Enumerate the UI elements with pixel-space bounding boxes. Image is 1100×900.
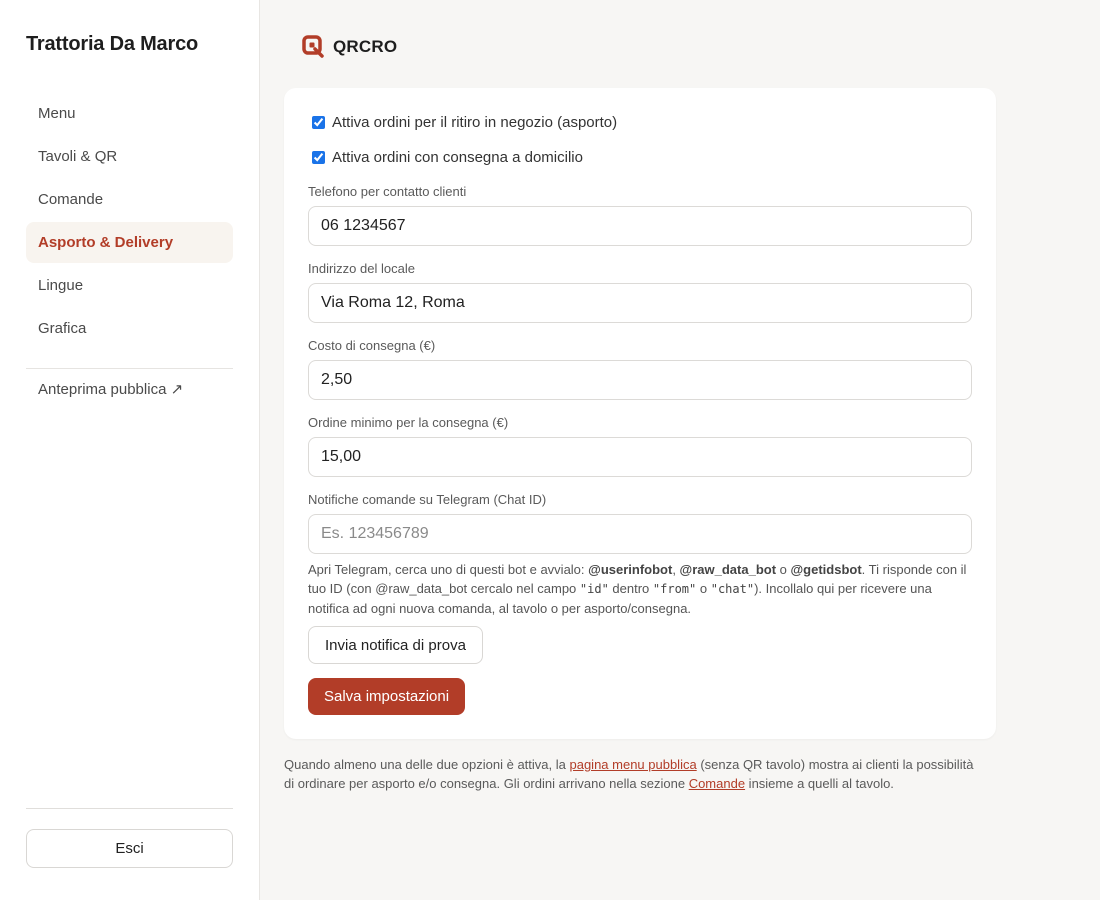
delivery-cost-input[interactable] <box>308 360 972 400</box>
bot-getidsbot: @getidsbot <box>790 562 862 577</box>
min-order-label: Ordine minimo per la consegna (€) <box>308 415 509 430</box>
orders-link[interactable]: Comande <box>689 776 745 791</box>
sidebar-item-languages[interactable]: Lingue <box>26 265 233 306</box>
save-settings-button[interactable]: Salva impostazioni <box>308 678 466 715</box>
public-menu-link[interactable]: pagina menu pubblica <box>569 757 696 772</box>
telegram-help-text: Apri Telegram, cerca uno di questi bot e… <box>308 562 967 616</box>
address-input[interactable] <box>308 283 972 323</box>
sidebar-bottom-divider <box>26 808 233 809</box>
bot-userinfobot: @userinfobot <box>588 562 673 577</box>
info-footnote: Quando almeno una delle due opzioni è at… <box>284 757 974 791</box>
delivery-option[interactable]: Attiva ordini con consegna a domicilio <box>312 149 583 166</box>
sidebar-nav: Menu Tavoli & QR Comande Asporto & Deliv… <box>26 93 233 351</box>
logo-text: QRCRO <box>333 37 398 56</box>
min-order-input[interactable] <box>308 437 972 477</box>
sidebar-item-graphics[interactable]: Grafica <box>26 308 233 349</box>
sidebar-item-orders[interactable]: Comande <box>26 179 233 220</box>
phone-label: Telefono per contatto clienti <box>308 184 467 199</box>
pickup-label: Attiva ordini per il ritiro in negozio (… <box>332 114 618 131</box>
phone-input[interactable] <box>308 206 972 246</box>
delivery-checkbox[interactable] <box>312 151 325 164</box>
delivery-cost-label: Costo di consegna (€) <box>308 338 436 353</box>
sidebar-divider <box>26 368 233 369</box>
restaurant-name: Trattoria Da Marco <box>26 33 199 55</box>
address-label: Indirizzo del locale <box>308 261 415 276</box>
sidebar-item-tables-qr[interactable]: Tavoli & QR <box>26 136 233 177</box>
logout-button[interactable]: Esci <box>26 829 233 868</box>
delivery-label: Attiva ordini con consegna a domicilio <box>332 149 583 166</box>
telegram-chat-id-input[interactable] <box>308 514 972 554</box>
sidebar-item-takeaway-delivery[interactable]: Asporto & Delivery <box>26 222 233 263</box>
qrcro-logo-icon <box>302 35 324 58</box>
app-logo: QRCRO <box>302 35 397 59</box>
public-preview-link[interactable]: Anteprima pubblica ↗ <box>38 380 183 398</box>
telegram-label: Notifiche comande su Telegram (Chat ID) <box>308 492 547 507</box>
settings-card: Attiva ordini per il ritiro in negozio (… <box>284 88 996 739</box>
sidebar: Trattoria Da Marco Menu Tavoli & QR Coma… <box>0 0 260 900</box>
bot-raw-data-bot: @raw_data_bot <box>679 562 777 577</box>
sidebar-item-menu[interactable]: Menu <box>26 93 233 134</box>
pickup-checkbox[interactable] <box>312 116 325 129</box>
pickup-option[interactable]: Attiva ordini per il ritiro in negozio (… <box>312 114 617 131</box>
send-test-notification-button[interactable]: Invia notifica di prova <box>308 626 483 664</box>
